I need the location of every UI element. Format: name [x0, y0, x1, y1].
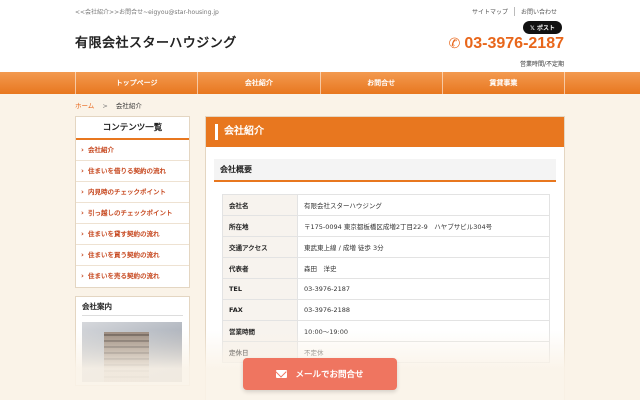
business-hours: 営業時間/不定期 [519, 61, 564, 68]
global-nav: トップページ 会社紹介 お問合せ 賃貸事業 [0, 72, 640, 94]
company-info-box: 会社案内 [75, 296, 190, 386]
phone-icon: ✆ [448, 36, 461, 52]
row-value: 東武東上線 / 成増 徒歩 3分 [297, 236, 550, 258]
row-label: FAX [222, 299, 298, 321]
sidebar-item-sell-flow[interactable]: 住まいを売る契約の流れ [76, 266, 189, 287]
x-post-button[interactable]: 𝕏 ポスト [523, 21, 562, 34]
row-value: 有限会社スターハウジング [297, 194, 550, 216]
table-row: FAX 03-3976-2188 [222, 299, 550, 321]
contents-list-title: コンテンツ一覧 [76, 117, 189, 140]
company-info-title: 会社案内 [82, 301, 183, 316]
breadcrumb-separator: > [102, 102, 108, 110]
row-value: 03-3976-2188 [297, 299, 550, 321]
table-row: TEL 03-3976-2187 [222, 278, 550, 300]
mail-icon [276, 370, 288, 378]
row-label: 営業時間 [222, 320, 298, 342]
table-row: 会社名 有限会社スターハウジング [222, 194, 550, 216]
sidebar-item-company[interactable]: 会社紹介 [76, 140, 189, 161]
contents-list: コンテンツ一覧 会社紹介 住まいを借りる契約の流れ 内見時のチェックポイント 引… [75, 116, 190, 288]
sidebar-item-buy-flow[interactable]: 住まいを買う契約の流れ [76, 245, 189, 266]
row-value: 10:00〜19:00 [297, 320, 550, 342]
phone-number: 03-3976-2187 [464, 35, 564, 52]
nav-company[interactable]: 会社紹介 [197, 72, 319, 94]
sidebar-item-rent-flow[interactable]: 住まいを借りる契約の流れ [76, 161, 189, 182]
x-post-label: ポスト [536, 25, 555, 32]
building-photo [82, 322, 182, 382]
x-icon: 𝕏 [530, 25, 535, 32]
nav-contact[interactable]: お問合せ [319, 72, 442, 94]
table-row: 代表者 森田 洋史 [222, 257, 550, 279]
row-label: 代表者 [222, 257, 298, 279]
mail-contact-button[interactable]: メールでお問合せ [243, 358, 397, 390]
row-label: 所在地 [222, 215, 298, 237]
row-value: 森田 洋史 [297, 257, 550, 279]
row-label: 会社名 [222, 194, 298, 216]
site-header: <<会社紹介>>お問合せ~eigyou@star-housing.jp サイトマ… [0, 0, 640, 72]
breadcrumb: ホーム > 会社紹介 [75, 100, 142, 110]
row-value: 〒175-0094 東京都板橋区成増2丁目22-9 ハヤブサビル304号 [297, 215, 550, 237]
table-row: 営業時間 10:00〜19:00 [222, 320, 550, 342]
sidebar-item-moving-check[interactable]: 引っ越しのチェックポイント [76, 203, 189, 224]
sitemap-link[interactable]: サイトマップ [466, 7, 514, 16]
table-row: 交通アクセス 東武東上線 / 成増 徒歩 3分 [222, 236, 550, 258]
sidebar: コンテンツ一覧 会社紹介 住まいを借りる契約の流れ 内見時のチェックポイント 引… [75, 116, 190, 386]
company-table: 会社名 有限会社スターハウジング 所在地 〒175-0094 東京都板橋区成増2丁目… [222, 194, 550, 363]
contact-link[interactable]: お問い合わせ [513, 7, 563, 16]
row-label: TEL [222, 278, 298, 300]
site-logo[interactable]: 有限会社スターハウジング [75, 32, 237, 51]
nav-rental[interactable]: 賃貸事業 [441, 72, 565, 94]
section-title: 会社概要 [214, 159, 556, 182]
top-links: サイトマップ お問い合わせ [466, 7, 563, 16]
breadcrumb-current: 会社紹介 [115, 102, 142, 110]
sidebar-item-lend-flow[interactable]: 住まいを貸す契約の流れ [76, 224, 189, 245]
header-tagline: <<会社紹介>>お問合せ~eigyou@star-housing.jp [75, 9, 219, 16]
phone-block: ✆ 03-3976-2187 [449, 35, 564, 53]
row-label: 交通アクセス [222, 236, 298, 258]
sidebar-item-viewing-check[interactable]: 内見時のチェックポイント [76, 182, 189, 203]
page-title: 会社紹介 [206, 117, 564, 147]
table-row: 所在地 〒175-0094 東京都板橋区成増2丁目22-9 ハヤブサビル304号 [222, 215, 550, 237]
mail-contact-label: メールでお問合せ [295, 370, 364, 380]
breadcrumb-home[interactable]: ホーム [75, 102, 94, 110]
nav-top[interactable]: トップページ [75, 72, 197, 94]
row-value: 03-3976-2187 [297, 278, 550, 300]
